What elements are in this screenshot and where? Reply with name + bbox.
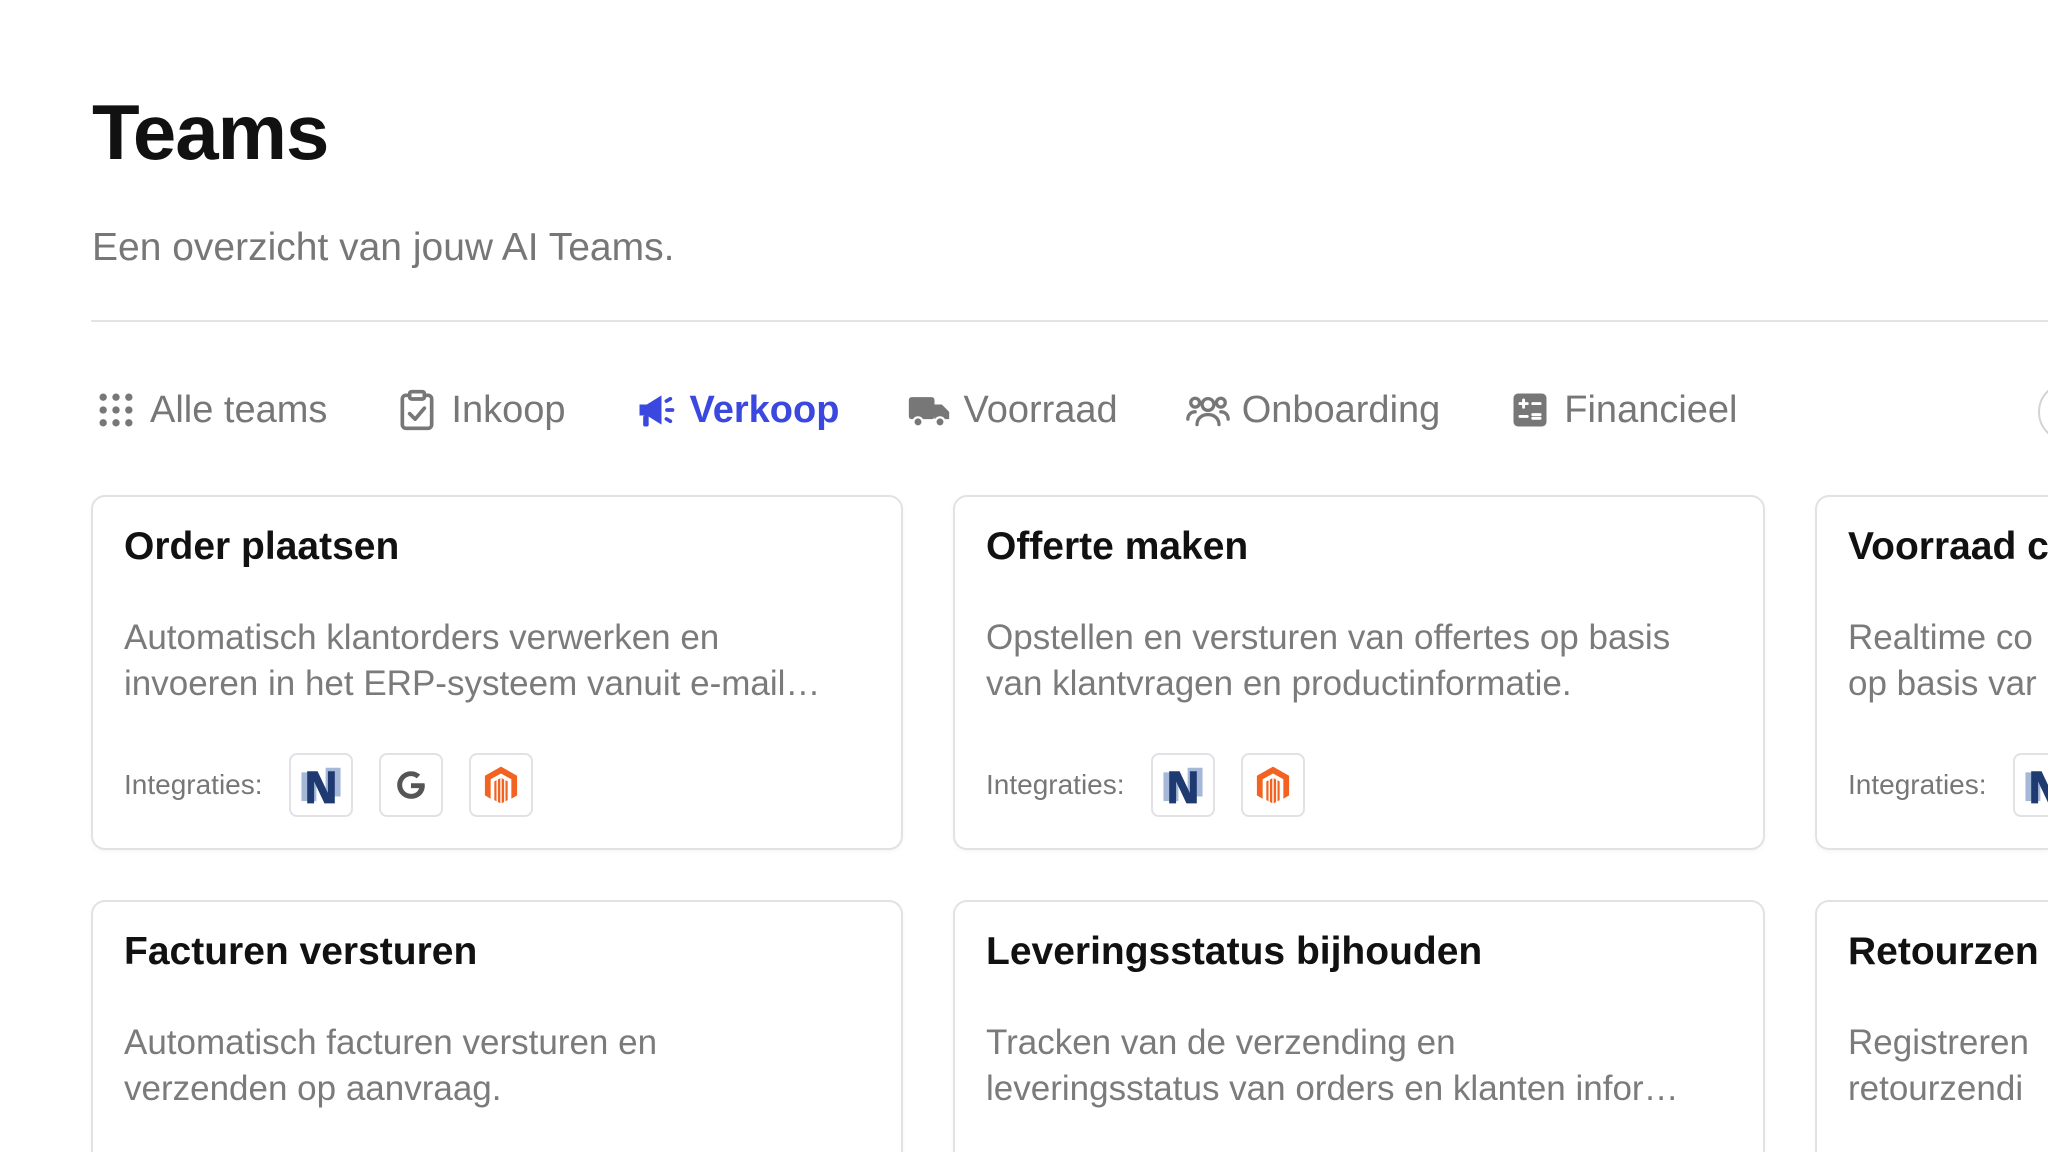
integrations-label: Integraties: xyxy=(124,769,263,800)
megaphone-icon xyxy=(639,395,674,427)
tab-label: Alle teams xyxy=(150,388,328,431)
tab-label: Financieel xyxy=(1564,388,1738,431)
netsuite-icon xyxy=(288,753,353,817)
tab-inkoop[interactable]: Inkoop xyxy=(395,388,566,432)
page-subtitle: Een overzicht van jouw AI Teams. xyxy=(92,226,675,269)
card-title: Leveringsstatus bijhouden xyxy=(986,930,1483,973)
truck-icon xyxy=(909,397,950,428)
tab-onboarding[interactable]: Onboarding xyxy=(1185,388,1441,432)
card-description: Realtime co op basis var xyxy=(1848,618,2037,703)
integrations: Integraties: xyxy=(124,753,559,817)
team-card-order-plaatsen[interactable]: Order plaatsen Automatisch klantorders v… xyxy=(91,495,903,850)
card-description: Tracken van de verzending en leveringsst… xyxy=(986,1023,1679,1108)
integrations: Integraties: xyxy=(986,753,1331,817)
tab-alle-teams[interactable]: Alle teams xyxy=(94,388,327,432)
tabs-scroll-button[interactable] xyxy=(2038,382,2048,442)
integrations-label: Integraties: xyxy=(1848,769,1987,800)
card-title: Offerte maken xyxy=(986,525,1249,568)
tab-voorraad[interactable]: Voorraad xyxy=(907,388,1118,432)
team-category-tabs: Alle teams Inkoop Verkoop Voorraad Onboa… xyxy=(94,380,1806,440)
clipboard-check-icon xyxy=(400,389,434,431)
integrations: Integraties: xyxy=(1848,753,2048,817)
tab-verkoop[interactable]: Verkoop xyxy=(634,388,840,432)
card-title: Facturen versturen xyxy=(124,930,478,973)
card-title: Retourzen xyxy=(1848,930,2039,973)
team-card-offerte-maken[interactable]: Offerte maken Opstellen en versturen van… xyxy=(953,495,1765,850)
page-title: Teams xyxy=(92,88,329,176)
header-divider xyxy=(91,320,2048,322)
google-icon xyxy=(378,753,443,817)
users-icon xyxy=(1185,396,1230,427)
tab-label: Onboarding xyxy=(1241,388,1441,431)
integrations-label: Integraties: xyxy=(986,769,1125,800)
team-card-facturen-versturen[interactable]: Facturen versturen Automatisch facturen … xyxy=(91,900,903,1152)
tab-label: Voorraad xyxy=(963,388,1118,431)
card-title: Voorraad c xyxy=(1848,525,2048,568)
netsuite-icon xyxy=(2012,753,2048,817)
tab-label: Inkoop xyxy=(451,388,566,431)
netsuite-icon xyxy=(1150,753,1215,817)
card-description: Automatisch klantorders verwerken en inv… xyxy=(124,618,821,703)
card-description: Automatisch facturen versturen en verzen… xyxy=(124,1023,658,1108)
calculator-icon xyxy=(1513,393,1547,427)
magento-icon xyxy=(468,753,533,817)
tab-label: Verkoop xyxy=(689,388,840,431)
magento-icon xyxy=(1240,753,1305,817)
team-card-retourzendingen[interactable]: Retourzen Registreren retourzendi xyxy=(1815,900,2048,1152)
card-description: Opstellen en versturen van offertes op b… xyxy=(986,618,1671,703)
grid-icon xyxy=(99,393,133,427)
tab-financieel[interactable]: Financieel xyxy=(1508,388,1738,432)
team-card-leveringsstatus-bijhouden[interactable]: Leveringsstatus bijhouden Tracken van de… xyxy=(953,900,1765,1152)
card-title: Order plaatsen xyxy=(124,525,400,568)
team-card-voorraad[interactable]: Voorraad c Realtime co op basis var Inte… xyxy=(1815,495,2048,850)
card-description: Registreren retourzendi xyxy=(1848,1023,2029,1108)
